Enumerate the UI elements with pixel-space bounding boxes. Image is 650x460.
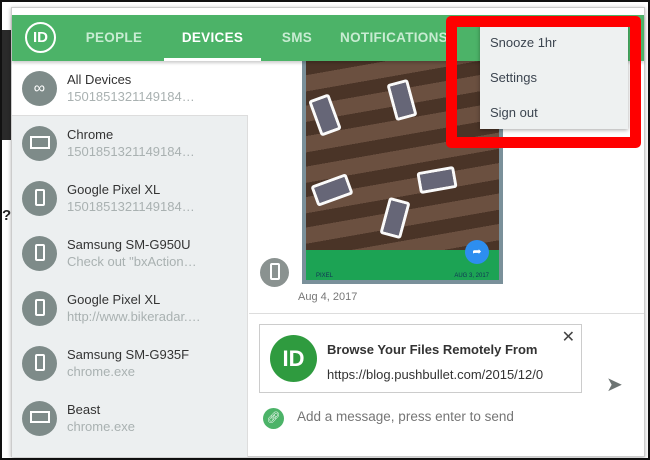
- phone-photo: [310, 173, 354, 207]
- device-subtitle: Check out "bxAction…: [67, 254, 197, 269]
- device-item-beast[interactable]: Beast chrome.exe: [12, 391, 248, 446]
- image-caption-right: AUG 3, 2017: [454, 273, 489, 279]
- link-url: https://blog.pushbullet.com/2015/12/0: [327, 367, 544, 382]
- tab-people[interactable]: PEOPLE: [72, 15, 156, 61]
- phone-photo: [386, 78, 418, 122]
- link-icon[interactable]: 🔗︎: [263, 408, 284, 429]
- background-page-text: ?: [2, 207, 12, 224]
- device-item-pixel-xl[interactable]: Google Pixel XL 1501851321149184…: [12, 171, 248, 226]
- link-preview-card[interactable]: ID Browse Your Files Remotely From https…: [259, 324, 582, 393]
- device-subtitle: 1501851321149184…: [67, 89, 195, 104]
- divider: [249, 313, 644, 314]
- device-item-all-devices[interactable]: ∞ All Devices 1501851321149184…: [12, 61, 248, 116]
- phone-icon: [22, 236, 57, 271]
- device-name: Samsung SM-G935F: [67, 347, 190, 362]
- phone-photo: [308, 93, 342, 137]
- message-date: Aug 4, 2017: [298, 291, 358, 303]
- desktop-icon: [22, 401, 57, 436]
- tab-notifications[interactable]: NOTIFICATIONS: [334, 15, 454, 61]
- device-name: Google Pixel XL: [67, 292, 161, 307]
- image-footer: ➦ PIXEL AUG 3, 2017: [306, 240, 499, 280]
- close-icon[interactable]: ✕: [562, 327, 575, 347]
- image-caption-left: PIXEL: [316, 273, 334, 279]
- share-icon[interactable]: ➦: [465, 240, 489, 264]
- sender-phone-icon: [260, 258, 289, 287]
- pushbullet-logo: ID: [270, 335, 317, 382]
- device-item-sm-g950u[interactable]: Samsung SM-G950U Check out "bxAction…: [12, 226, 248, 281]
- phone-icon: [22, 181, 57, 216]
- pushbullet-logo[interactable]: ID: [25, 22, 56, 53]
- phone-photo: [416, 165, 458, 195]
- tab-devices[interactable]: DEVICES: [164, 15, 261, 61]
- device-subtitle: http://www.bikeradar.…: [67, 309, 201, 324]
- send-icon[interactable]: ➤: [606, 372, 623, 397]
- device-name: All Devices: [67, 72, 132, 87]
- device-name: Chrome: [67, 127, 114, 142]
- phone-photo: [379, 196, 411, 240]
- device-item-chrome[interactable]: Chrome 1501851321149184…: [12, 116, 248, 171]
- device-subtitle: 1501851321149184…: [67, 144, 195, 159]
- browser-icon: [22, 126, 57, 161]
- message-input[interactable]: [297, 409, 597, 424]
- device-item-pixel-xl-2[interactable]: Google Pixel XL http://www.bikeradar.…: [12, 281, 248, 336]
- link-title: Browse Your Files Remotely From: [327, 342, 538, 357]
- device-item-sm-g935f[interactable]: Samsung SM-G935F chrome.exe: [12, 336, 248, 391]
- device-subtitle: 1501851321149184…: [67, 199, 195, 214]
- device-list: ∞ All Devices 1501851321149184… Chrome 1…: [12, 61, 248, 457]
- tab-sms[interactable]: SMS: [270, 15, 324, 61]
- phone-icon: [22, 291, 57, 326]
- device-name: Samsung SM-G950U: [67, 237, 191, 252]
- device-name: Google Pixel XL: [67, 182, 161, 197]
- highlight-box: [446, 16, 641, 148]
- infinity-icon: ∞: [22, 71, 57, 106]
- phone-icon: [22, 346, 57, 381]
- device-subtitle: chrome.exe: [67, 364, 135, 379]
- device-name: Beast: [67, 402, 101, 417]
- device-subtitle: chrome.exe: [67, 419, 135, 434]
